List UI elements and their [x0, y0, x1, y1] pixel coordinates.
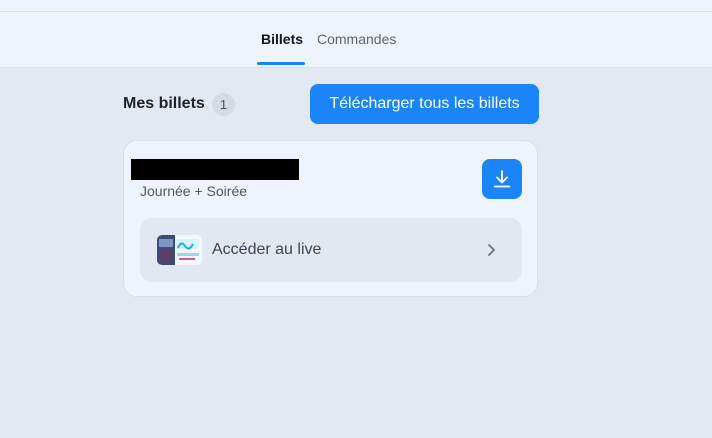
download-all-button[interactable]: Télécharger tous les billets: [310, 84, 539, 124]
tab-bar: Billets Commandes: [0, 12, 712, 68]
chevron-right-icon: [488, 244, 495, 256]
ticket-type: Journée + Soirée: [140, 183, 248, 199]
tab-commandes[interactable]: Commandes: [317, 31, 396, 47]
top-strip: [0, 0, 712, 12]
ticket-card: Journée + Soirée Accéder au live: [123, 140, 538, 297]
live-access-row[interactable]: Accéder au live: [140, 218, 522, 282]
active-tab-indicator: [257, 62, 305, 65]
download-ticket-button[interactable]: [482, 159, 522, 199]
ticket-count-badge: 1: [212, 93, 235, 116]
download-icon: [493, 170, 511, 188]
live-access-label: Accéder au live: [212, 241, 322, 258]
event-thumbnail: [157, 235, 202, 265]
tab-billets[interactable]: Billets: [261, 31, 303, 47]
redacted-ticket-name: [131, 159, 299, 180]
page-title: Mes billets: [123, 95, 205, 112]
